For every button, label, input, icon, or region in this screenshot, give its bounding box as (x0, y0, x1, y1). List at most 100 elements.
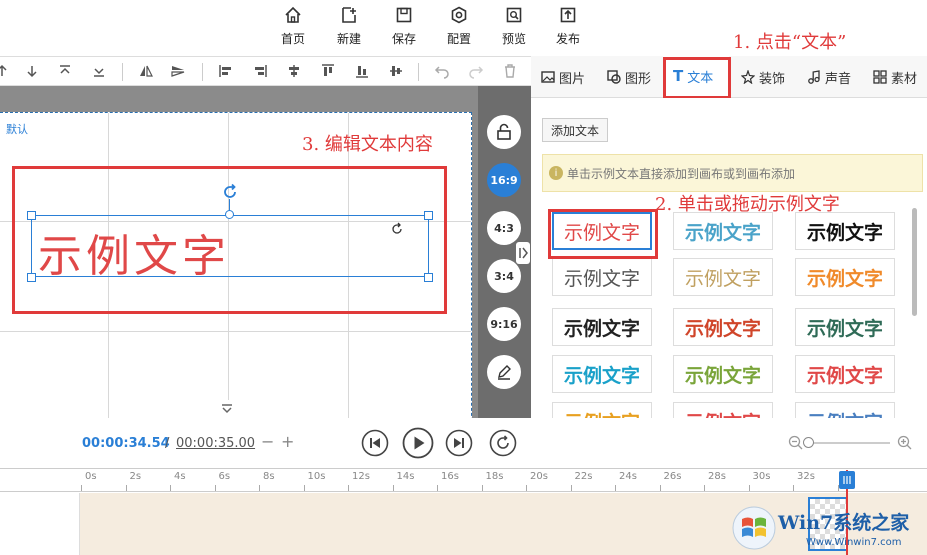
ruler-tick-mark (793, 485, 794, 491)
save-icon (396, 7, 412, 23)
total-time[interactable]: 00:00:35.00 (176, 436, 255, 451)
ratio-9-16[interactable]: 9:16 (487, 307, 521, 341)
ruler-tick-label: 30s (752, 471, 771, 482)
config-button[interactable]: 配置 (434, 6, 484, 47)
zoom-slider-handle[interactable] (803, 437, 814, 448)
ruler-tick-mark (570, 485, 572, 491)
undo-icon[interactable] (434, 63, 450, 79)
ruler-tick-label: 28s (708, 471, 726, 482)
sample-text-item[interactable]: 示例文字 (795, 212, 895, 250)
image-icon (541, 71, 555, 83)
flip-vertical-icon[interactable] (170, 63, 186, 79)
zoom-out-icon[interactable] (788, 435, 803, 450)
play-icon[interactable] (402, 427, 434, 459)
sample-text-item[interactable]: 示例文字 (673, 355, 773, 393)
tab-decoration[interactable]: 装饰 (731, 56, 785, 98)
ruler-tick-mark (170, 485, 171, 491)
align-top-icon[interactable] (320, 63, 336, 79)
time-separator: / (165, 436, 170, 451)
tab-image[interactable]: 图片 (531, 56, 585, 98)
config-label: 配置 (446, 32, 471, 46)
tab-shape[interactable]: 图形 (597, 56, 651, 98)
watermark-brand: Win7系统之家 (778, 512, 910, 534)
playhead-handle[interactable] (839, 471, 855, 489)
ruler-tick-mark (526, 485, 527, 491)
ruler-tick-mark (259, 485, 260, 491)
publish-button[interactable]: 发布 (543, 6, 593, 47)
ratio-4-3[interactable]: 4:3 (487, 211, 521, 245)
flip-horizontal-icon[interactable] (138, 63, 154, 79)
zoom-in-icon[interactable] (897, 435, 912, 450)
delete-icon[interactable] (502, 63, 518, 79)
time-ruler[interactable]: 0s 2s 4s 6s 8s 10s 12s 14s 16s 18s 20s 22s 24s 26s 28s… (0, 468, 927, 492)
ruler-tick-label: 6s (218, 471, 231, 482)
ratio-strip: 16:9 4:3 3:4 9:16 (478, 86, 531, 418)
sample-text-item[interactable]: 示例文字 (552, 355, 652, 393)
new-label: 新建 (336, 32, 361, 46)
music-icon (808, 70, 820, 84)
ruler-tick-mark (659, 485, 661, 491)
decrease-duration-button[interactable]: − (261, 432, 274, 451)
ratio-3-4[interactable]: 3:4 (487, 259, 521, 293)
skip-back-icon[interactable] (361, 429, 389, 457)
ruler-tick-label: 18s (485, 471, 504, 482)
redo-icon[interactable] (468, 63, 484, 79)
align-left-icon[interactable] (218, 63, 234, 79)
home-label: 首页 (280, 32, 305, 46)
sample-text-item[interactable]: 示例文字 (795, 308, 895, 346)
edit-toolbar (0, 56, 531, 86)
ruler-tick-mark (615, 485, 616, 491)
sample-text-item[interactable]: 示例文字 (673, 308, 773, 346)
sample-text-item[interactable]: 示例文字 (795, 258, 895, 296)
increase-duration-button[interactable]: + (281, 432, 294, 451)
preview-button[interactable]: 预览 (489, 6, 539, 47)
preview-icon (506, 7, 522, 23)
ruler-tick-label: 8s (263, 471, 275, 482)
align-right-icon[interactable] (252, 63, 268, 79)
replay-icon[interactable] (489, 429, 517, 457)
send-bottom-icon[interactable] (91, 63, 107, 79)
bring-top-icon[interactable] (57, 63, 73, 79)
edit-button[interactable] (487, 355, 521, 389)
ruler-tick-label: 20s (530, 471, 548, 482)
ratio-16-9[interactable]: 16:9 (487, 163, 521, 197)
ruler-tick-mark (214, 485, 216, 491)
ruler-tick-mark (303, 485, 305, 491)
zoom-slider[interactable] (808, 442, 890, 444)
scrollbar[interactable] (912, 208, 917, 316)
ruler-tick-label: 0s (85, 471, 97, 482)
highlight-canvas-text (12, 166, 447, 314)
ruler-tick-label: 2s (129, 471, 142, 482)
annotation-step3: 3. 编辑文本内容 (302, 134, 433, 155)
lock-icon (497, 123, 511, 140)
sample-text-item[interactable]: 示例文字 (795, 355, 895, 393)
home-button[interactable]: 首页 (268, 6, 318, 47)
preview-label: 预览 (501, 32, 526, 46)
arrow-up-icon[interactable] (0, 63, 10, 79)
save-button[interactable]: 保存 (379, 6, 429, 47)
playhead-grip-icon (843, 476, 851, 484)
grid-icon (873, 70, 887, 84)
hint-box: i 单击示例文本直接添加到画布或到画布添加 (542, 154, 923, 192)
align-middle-icon[interactable] (388, 63, 404, 79)
canvas-area: 默认 示例文字 3. 编辑文本内容 16:9 4:3 3:4 9:16 (0, 86, 531, 476)
sample-text-item[interactable]: 示例文字 (673, 212, 773, 250)
ruler-tick-label: 22s (574, 471, 593, 482)
collapse-panel-button[interactable] (516, 242, 530, 264)
align-center-icon[interactable] (286, 63, 302, 79)
tab-shape-label: 图形 (625, 71, 652, 87)
collapse-arrow-icon (519, 247, 528, 259)
add-text-button[interactable]: 添加文本 (542, 118, 608, 142)
tab-sound[interactable]: 声音 (797, 56, 851, 98)
sample-text-item[interactable]: 示例文字 (552, 308, 652, 346)
sample-text-item[interactable]: 示例文字 (673, 258, 773, 296)
tab-material[interactable]: 素材 (863, 56, 917, 98)
arrow-down-icon[interactable] (24, 63, 40, 79)
hint-text: 单击示例文本直接添加到画布或到画布添加 (567, 166, 796, 181)
align-bottom-icon[interactable] (354, 63, 370, 79)
sample-text-item[interactable]: 示例文字 (552, 258, 652, 296)
expand-timeline-button[interactable] (190, 400, 266, 418)
skip-forward-icon[interactable] (445, 429, 473, 457)
lock-button[interactable] (487, 115, 521, 149)
new-button[interactable]: 新建 (324, 6, 374, 47)
